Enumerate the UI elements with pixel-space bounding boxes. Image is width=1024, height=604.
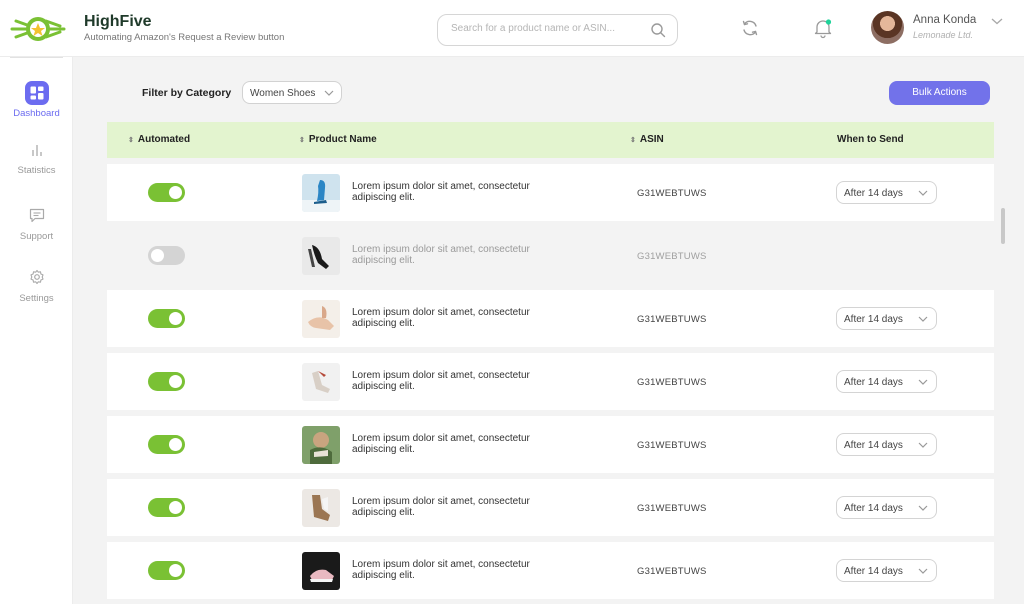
- automation-toggle[interactable]: [148, 246, 185, 265]
- bar-chart-icon: [31, 145, 42, 156]
- chevron-down-icon: [918, 316, 928, 322]
- product-name: Lorem ipsum dolor sit amet, consectetur …: [352, 559, 530, 581]
- when-to-send-select[interactable]: After 14 days: [836, 370, 937, 393]
- automation-toggle[interactable]: [148, 372, 185, 391]
- sidebar-item-dashboard[interactable]: Dashboard: [0, 81, 73, 119]
- table-header: ⇕ Automated ⇕ Product Name ⇕ ASIN When to S…: [107, 122, 994, 158]
- product-asin: G31WEBTUWS: [637, 377, 707, 388]
- chevron-down-icon: [918, 505, 928, 511]
- sidebar-item-label: Settings: [19, 293, 54, 304]
- user-avatar[interactable]: [871, 11, 904, 44]
- when-to-send-select[interactable]: After 14 days: [836, 559, 937, 582]
- sidebar-item-label: Dashboard: [13, 108, 60, 119]
- table-row: Lorem ipsum dolor sit amet, consectetur …: [107, 227, 994, 284]
- column-header-when-to-send: When to Send: [837, 134, 904, 145]
- automation-toggle[interactable]: [148, 183, 185, 202]
- product-name: Lorem ipsum dolor sit amet, consectetur …: [352, 496, 530, 518]
- table-row: Lorem ipsum dolor sit amet, consectetur …: [107, 542, 994, 599]
- vertical-scrollbar[interactable]: [1001, 208, 1005, 244]
- filter-label: Filter by Category: [142, 87, 232, 99]
- chevron-down-icon: [918, 568, 928, 574]
- product-asin: G31WEBTUWS: [637, 314, 707, 325]
- product-name: Lorem ipsum dolor sit amet, consectetur …: [352, 370, 530, 392]
- product-asin: G31WEBTUWS: [637, 503, 707, 514]
- bulk-actions-button[interactable]: Bulk Actions: [889, 81, 990, 105]
- sidebar-item-support[interactable]: Support: [0, 208, 73, 242]
- sidebar-item-settings[interactable]: Settings: [0, 269, 73, 304]
- highfive-logo[interactable]: [10, 9, 66, 49]
- product-name: Lorem ipsum dolor sit amet, consectetur …: [352, 181, 530, 203]
- table-row: Lorem ipsum dolor sit amet, consectetur …: [107, 353, 994, 410]
- column-header-asin[interactable]: ⇕ ASIN: [630, 134, 664, 145]
- when-to-send-select[interactable]: After 14 days: [836, 307, 937, 330]
- when-to-send-select[interactable]: After 14 days: [836, 496, 937, 519]
- chevron-down-icon: [324, 90, 334, 96]
- search-input[interactable]: [451, 23, 641, 34]
- sidebar-item-label: Support: [19, 231, 54, 242]
- refresh-icon[interactable]: [740, 18, 760, 38]
- user-name[interactable]: Anna Konda: [913, 14, 976, 26]
- category-filter-value: Women Shoes: [250, 88, 316, 99]
- category-filter-select[interactable]: Women Shoes: [242, 81, 342, 104]
- chat-icon: [29, 208, 44, 223]
- app-name: HighFive: [84, 13, 152, 30]
- product-asin: G31WEBTUWS: [637, 566, 707, 577]
- notification-bell-icon[interactable]: [812, 17, 834, 39]
- table-row: Lorem ipsum dolor sit amet, consectetur …: [107, 479, 994, 536]
- column-header-product-name[interactable]: ⇕ Product Name: [299, 134, 377, 145]
- product-name: Lorem ipsum dolor sit amet, consectetur …: [352, 433, 530, 455]
- automation-toggle[interactable]: [148, 435, 185, 454]
- top-header: HighFive Automating Amazon's Request a R…: [0, 0, 1024, 57]
- chevron-down-icon[interactable]: [991, 16, 1003, 26]
- product-name: Lorem ipsum dolor sit amet, consectetur …: [352, 244, 530, 266]
- chevron-down-icon: [918, 190, 928, 196]
- automation-toggle[interactable]: [148, 309, 185, 328]
- product-thumbnail: [302, 174, 340, 212]
- automation-toggle[interactable]: [148, 498, 185, 517]
- search-icon[interactable]: [650, 22, 666, 38]
- automation-toggle[interactable]: [148, 561, 185, 580]
- table-row: Lorem ipsum dolor sit amet, consectetur …: [107, 290, 994, 347]
- product-asin: G31WEBTUWS: [637, 188, 707, 199]
- when-to-send-select[interactable]: After 14 days: [836, 433, 937, 456]
- when-to-send-select[interactable]: After 14 days: [836, 181, 937, 204]
- search-box[interactable]: [437, 14, 678, 46]
- product-name: Lorem ipsum dolor sit amet, consectetur …: [352, 307, 530, 329]
- gear-icon: [29, 269, 44, 285]
- sort-icon: ⇕: [128, 137, 134, 144]
- dashboard-icon: [24, 81, 49, 105]
- product-thumbnail: [302, 237, 340, 275]
- chevron-down-icon: [918, 379, 928, 385]
- product-thumbnail: [302, 489, 340, 527]
- sidebar-item-statistics[interactable]: Statistics: [0, 143, 73, 176]
- product-asin: G31WEBTUWS: [637, 251, 707, 262]
- table-row: Lorem ipsum dolor sit amet, consectetur …: [107, 416, 994, 473]
- column-header-automated[interactable]: ⇕ Automated: [128, 134, 190, 145]
- app-tagline: Automating Amazon's Request a Review but…: [84, 32, 285, 43]
- sidebar: Dashboard Statistics Support Settings: [0, 57, 73, 604]
- sidebar-divider: [10, 57, 63, 58]
- product-thumbnail: [302, 552, 340, 590]
- table-row: Lorem ipsum dolor sit amet, consectetur …: [107, 164, 994, 221]
- sidebar-item-label: Statistics: [17, 165, 56, 176]
- product-thumbnail: [302, 300, 340, 338]
- product-asin: G31WEBTUWS: [637, 440, 707, 451]
- sort-icon: ⇕: [299, 137, 305, 144]
- user-company: Lemonade Ltd.: [913, 30, 974, 40]
- product-thumbnail: [302, 426, 340, 464]
- chevron-down-icon: [918, 442, 928, 448]
- product-thumbnail: [302, 363, 340, 401]
- sort-icon: ⇕: [630, 137, 636, 144]
